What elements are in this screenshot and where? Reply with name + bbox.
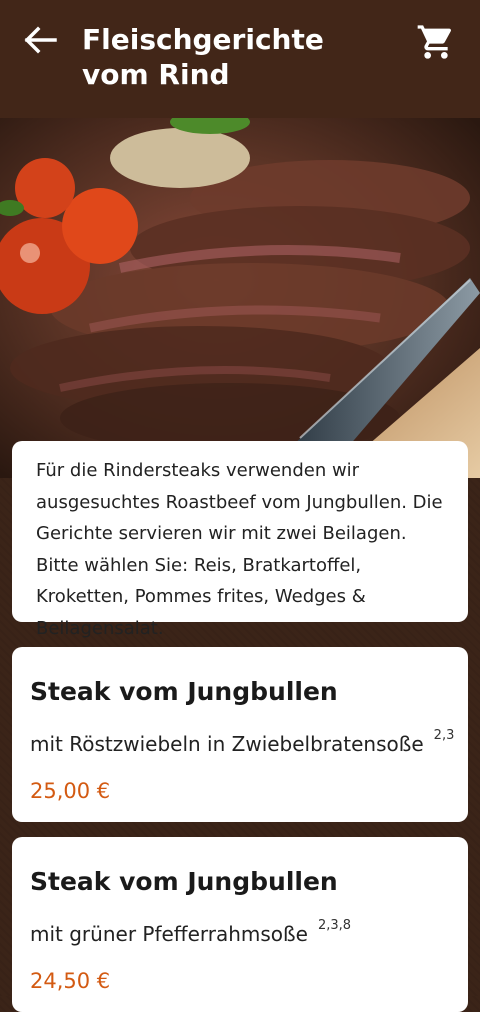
page-title: Fleischgerichte vom Rind [82,23,324,91]
allergen-codes: 2,3,8 [317,918,352,933]
item-price: 25,00 € [30,779,111,803]
item-price: 24,50 € [30,969,111,993]
category-description: Für die Rindersteaks verwenden wir ausge… [12,441,468,639]
menu-item-card[interactable]: Steak vom Jungbullen mit grüner Pfefferr… [12,837,468,1012]
app-bar: Fleischgerichte vom Rind [0,0,480,118]
menu-item-card[interactable]: Steak vom Jungbullen mit Röstzwiebeln in… [12,647,468,822]
cart-button[interactable] [416,22,456,62]
item-name: Steak vom Jungbullen [30,867,338,896]
item-subtitle: mit grüner Pfefferrahmsoße 2,3,8 [30,918,352,946]
item-subtitle: mit Röstzwiebeln in Zwiebelbratensoße 2,3 [30,728,455,756]
allergen-codes: 2,3 [433,728,455,743]
back-button[interactable] [20,24,60,56]
shopping-cart-icon [417,25,452,59]
arrow-left-icon [24,26,57,54]
hero-image [0,118,480,478]
item-name: Steak vom Jungbullen [30,677,338,706]
